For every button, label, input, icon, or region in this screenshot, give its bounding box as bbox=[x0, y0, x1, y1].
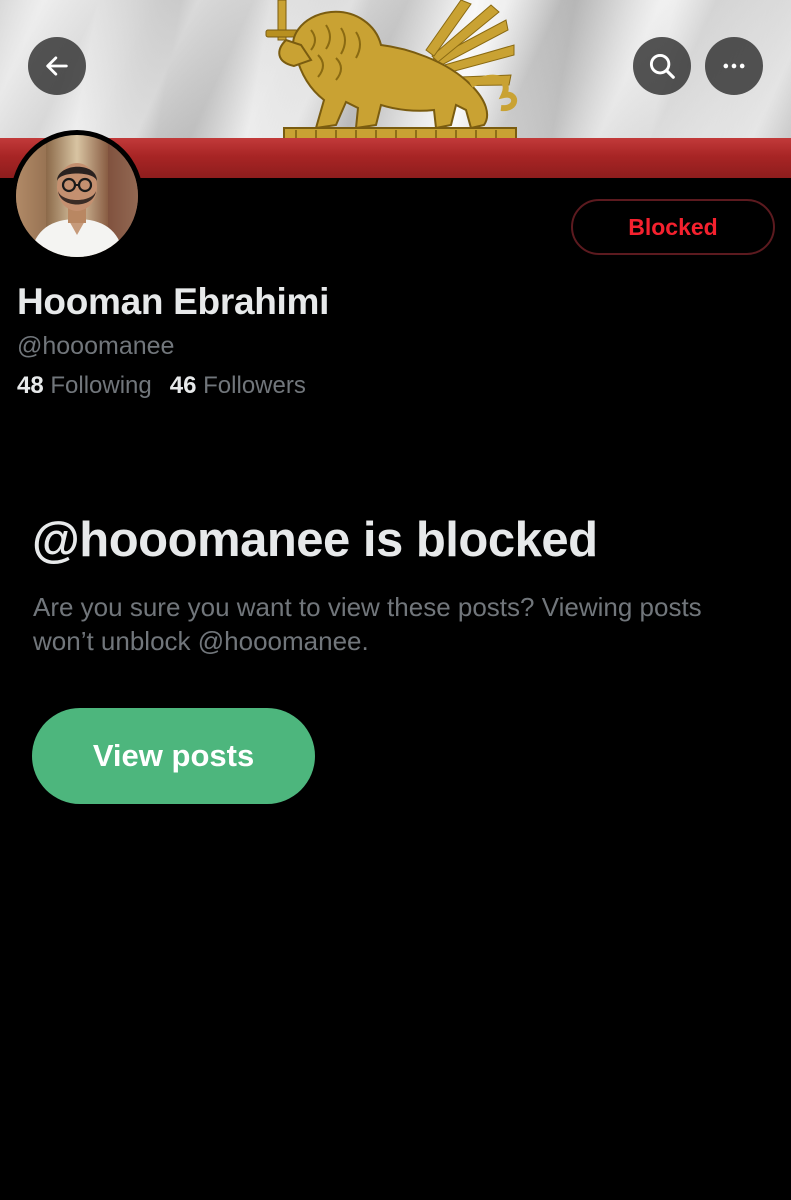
blocked-notice-title: @hooomanee is blocked bbox=[32, 513, 598, 567]
blocked-notice-description: Are you sure you want to view these post… bbox=[33, 592, 702, 656]
arrow-left-icon bbox=[46, 56, 68, 76]
display-name: Hooman Ebrahimi bbox=[17, 281, 330, 322]
blocked-button[interactable]: Blocked bbox=[571, 199, 775, 255]
following-link[interactable]: 48 Following bbox=[17, 372, 152, 400]
more-options-button[interactable] bbox=[705, 37, 763, 95]
followers-label: Followers bbox=[203, 372, 306, 399]
avatar-photo bbox=[16, 135, 138, 257]
following-label: Following bbox=[50, 372, 152, 399]
search-icon bbox=[649, 53, 675, 79]
lion-and-sun-emblem bbox=[265, 0, 518, 147]
back-button[interactable] bbox=[28, 37, 86, 95]
more-horizontal-icon bbox=[723, 63, 745, 69]
search-button[interactable] bbox=[633, 37, 691, 95]
user-handle: @hooomanee bbox=[17, 332, 175, 360]
view-posts-button[interactable]: View posts bbox=[32, 708, 315, 804]
followers-count: 46 bbox=[169, 372, 197, 399]
following-count: 48 bbox=[17, 372, 44, 399]
profile-avatar[interactable] bbox=[11, 130, 143, 262]
follow-stats: 48 Following 46 Followers bbox=[17, 372, 306, 400]
followers-link[interactable]: 46 Followers bbox=[170, 372, 306, 400]
